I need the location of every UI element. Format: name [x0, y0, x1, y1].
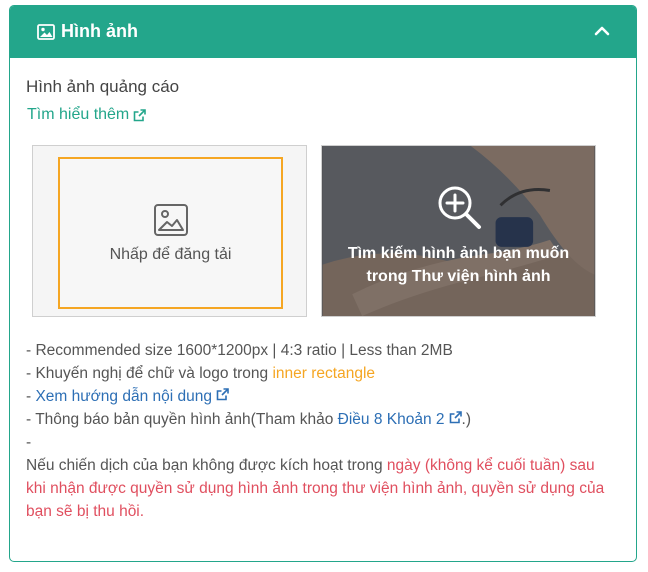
learn-more-text: Tìm hiểu thêm [27, 106, 130, 123]
section-label: Hình ảnh quảng cáo [26, 77, 180, 96]
image-placeholder-icon [153, 202, 189, 238]
library-text-line1: Tìm kiếm hình ảnh bạn muốn [347, 245, 570, 262]
notice-revocation: Nếu chiến dịch của bạn không được kích h… [26, 454, 606, 523]
content-guide-link[interactable]: Xem hướng dẫn nội dung [35, 388, 212, 405]
panel-header[interactable]: Hình ảnh [10, 6, 636, 57]
notice-plain-text: Nếu chiến dịch của bạn không được kích h… [26, 457, 387, 474]
panel-title: Hình ảnh [61, 21, 138, 41]
note-copyright: - Thông báo bản quyền hình ảnh(Tham khảo… [26, 408, 606, 431]
note-inner-rectangle: - Khuyến nghị để chữ và logo trong inner… [26, 362, 606, 385]
upload-area: Nhấp để đăng tải [32, 145, 307, 317]
notes-list: - Recommended size 1600*1200px | 4:3 rat… [26, 339, 606, 523]
inner-rectangle-highlight: inner rectangle [272, 365, 376, 382]
library-content: Tìm kiếm hình ảnh bạn muốn trong Thư việ… [322, 146, 595, 316]
note-copyright-suffix: .) [461, 411, 471, 428]
image-icon [37, 23, 55, 41]
library-text: Tìm kiếm hình ảnh bạn muốn trong Thư việ… [348, 242, 569, 288]
note-inner-rectangle-text: - Khuyến nghị để chữ và logo trong [26, 365, 273, 382]
external-link-icon[interactable] [216, 385, 229, 401]
image-library-button[interactable]: Tìm kiếm hình ảnh bạn muốn trong Thư việ… [321, 145, 596, 317]
external-link-icon[interactable] [449, 408, 462, 424]
article-8-clause-2-link[interactable]: Điều 8 Khoản 2 [338, 411, 445, 428]
note-copyright-text: - Thông báo bản quyền hình ảnh(Tham khảo [26, 411, 338, 428]
external-link-icon [133, 108, 147, 122]
zoom-in-icon [436, 184, 482, 230]
note-recommended-size: - Recommended size 1600*1200px | 4:3 rat… [26, 342, 453, 359]
upload-button[interactable]: Nhấp để đăng tải [58, 157, 283, 309]
header-divider [10, 57, 636, 58]
learn-more-link[interactable]: Tìm hiểu thêm [27, 106, 147, 124]
note-content-guide: - Xem hướng dẫn nội dung [26, 385, 606, 408]
library-text-line2: trong Thư viện hình ảnh [366, 268, 551, 285]
note-empty-dash: - [26, 434, 32, 451]
upload-label: Nhấp để đăng tải [109, 246, 232, 263]
chevron-up-icon[interactable] [594, 23, 610, 39]
